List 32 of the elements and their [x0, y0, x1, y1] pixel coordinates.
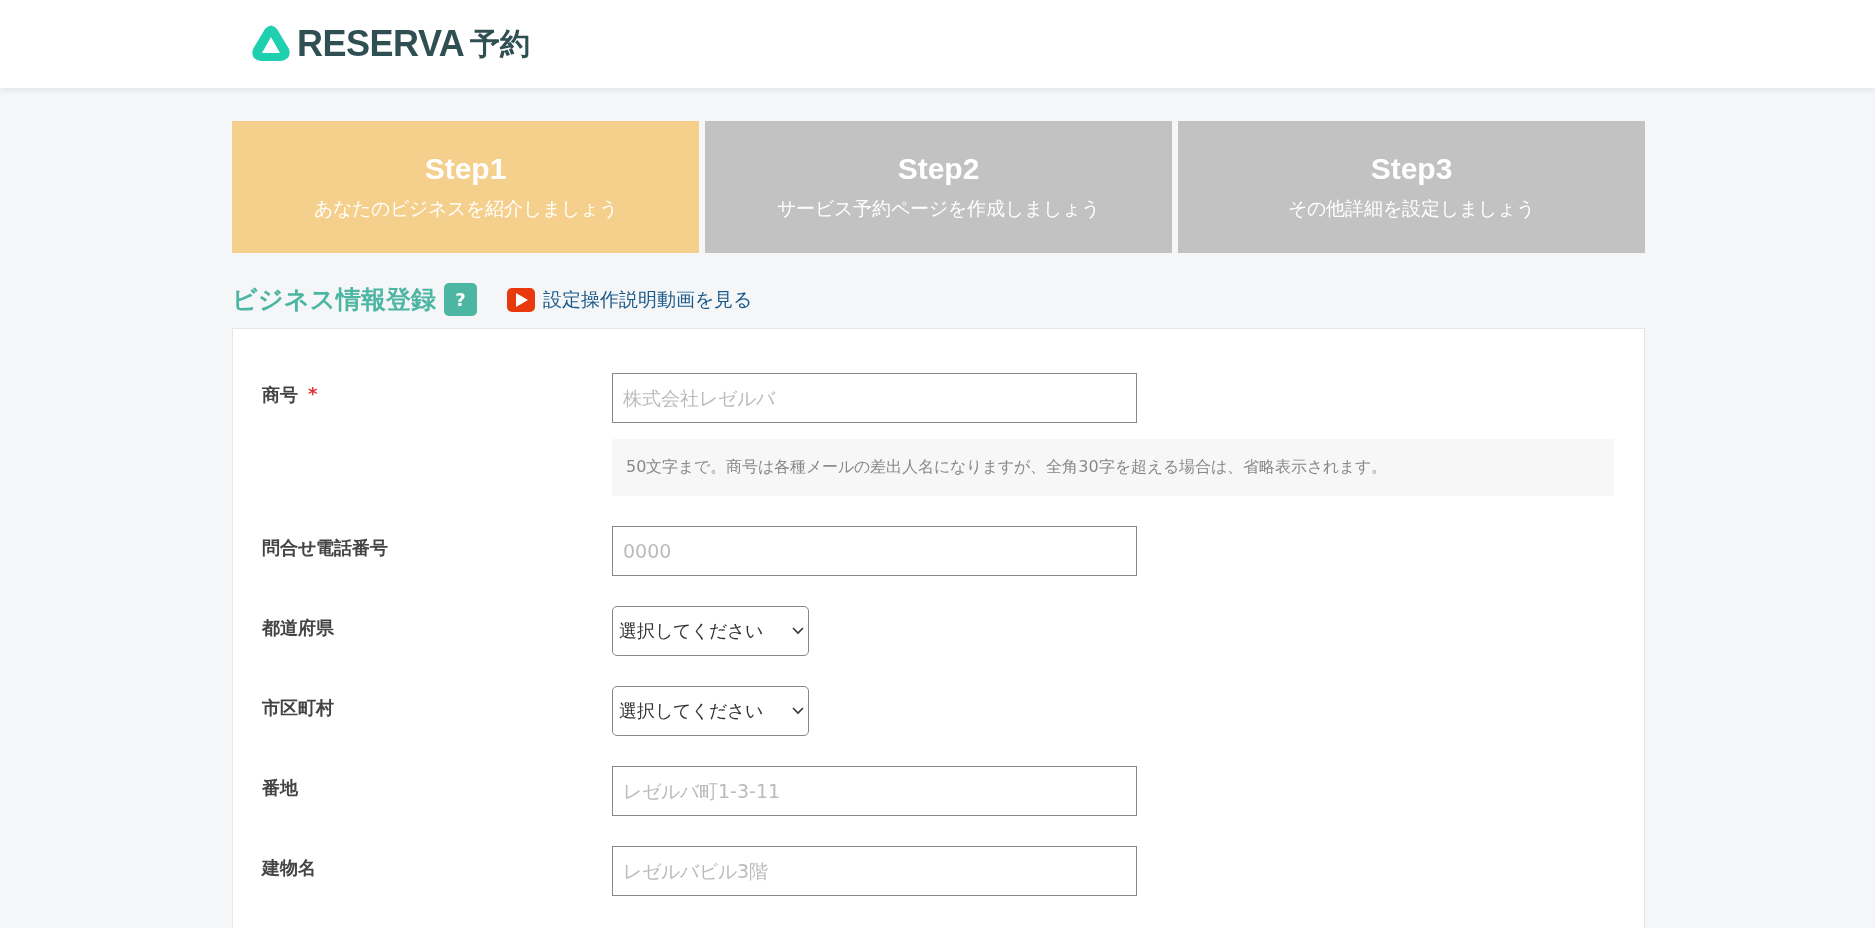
step-title: Step1: [424, 152, 507, 186]
field-label: 商号: [262, 383, 298, 407]
field-label: 番地: [262, 776, 298, 800]
video-link[interactable]: 設定操作説明動画を見る: [507, 286, 752, 313]
help-button[interactable]: ?: [444, 283, 477, 316]
step-subtitle: その他詳細を設定しましょう: [1288, 196, 1535, 221]
field-label: 問合せ電話番号: [262, 536, 388, 560]
logo-text: RESERVA: [297, 23, 465, 65]
input-field[interactable]: 株式会社レゼルバ: [612, 373, 1137, 423]
logo-icon: [251, 25, 291, 63]
select-field[interactable]: 選択してください: [612, 606, 809, 656]
step-tab[interactable]: Step1 あなたのビジネスを紹介しましょう: [232, 121, 699, 253]
section-title: ビジネス情報登録: [232, 284, 436, 316]
logo-suffix: 予約: [470, 24, 531, 63]
step-subtitle: サービス予約ページを作成しましょう: [777, 196, 1100, 221]
field-hint: 50文字まで。商号は各種メールの差出人名になりますが、全角30字を超える場合は、省略表示されます。: [612, 439, 1614, 496]
step-subtitle: あなたのビジネスを紹介しましょう: [313, 196, 618, 221]
input-field[interactable]: レゼルバビル3階: [612, 846, 1137, 896]
step-tab[interactable]: Step3 その他詳細を設定しましょう: [1178, 121, 1645, 253]
step-tab[interactable]: Step2 サービス予約ページを作成しましょう: [705, 121, 1172, 253]
step-title: Step3: [1370, 152, 1453, 186]
play-icon: [507, 287, 535, 312]
chevron-icon: [792, 627, 804, 635]
required-mark: *: [308, 383, 318, 406]
field-label: 市区町村: [262, 696, 334, 720]
field-label: 建物名: [262, 856, 316, 880]
input-field[interactable]: 0000: [612, 526, 1137, 576]
chevron-icon: [792, 707, 804, 715]
input-field[interactable]: レゼルバ町1-3-11: [612, 766, 1137, 816]
field-label: 都道府県: [262, 616, 334, 640]
select-field[interactable]: 選択してください: [612, 686, 809, 736]
step-title: Step2: [897, 152, 980, 186]
